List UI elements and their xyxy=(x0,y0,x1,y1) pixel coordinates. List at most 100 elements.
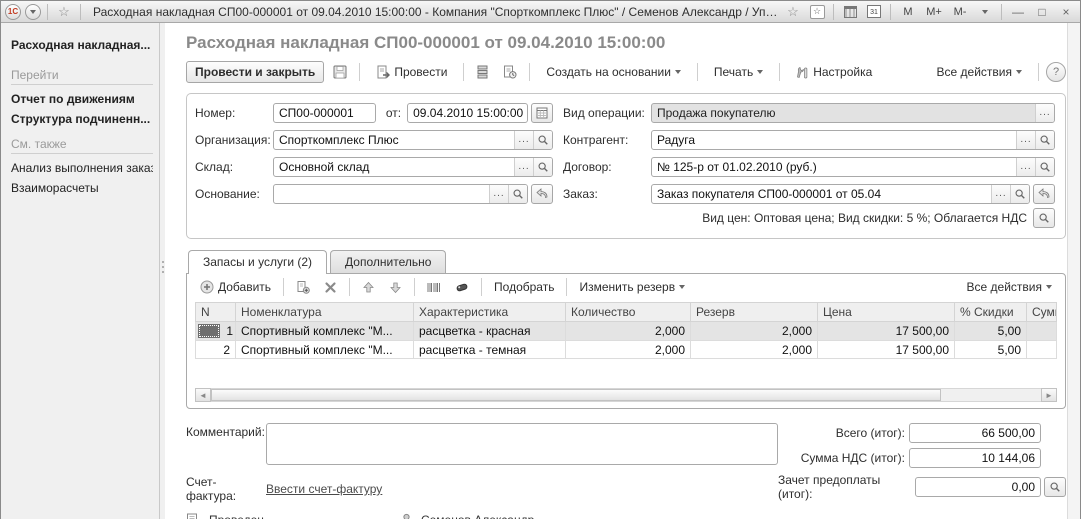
scanner-icon xyxy=(456,283,468,291)
plus-circle-icon xyxy=(200,280,214,294)
table-row[interactable]: 1 Спортивный комплекс "М... расцветка - … xyxy=(195,321,1057,341)
open-magnifier-button[interactable] xyxy=(1035,130,1054,149)
open-magnifier-button[interactable] xyxy=(533,130,552,149)
chevron-down-icon xyxy=(757,70,764,74)
calculator-icon[interactable] xyxy=(840,3,860,21)
counterparty-field[interactable]: Радуга ... xyxy=(651,129,1055,150)
post-and-close-button[interactable]: Провести и закрыть xyxy=(186,61,325,83)
basis-field[interactable]: ... xyxy=(273,183,528,204)
fill-from-order-button[interactable] xyxy=(1033,183,1055,204)
date-field[interactable]: 09.04.2010 15:00:00 xyxy=(407,102,528,123)
select-dots-button[interactable]: ... xyxy=(1016,130,1035,149)
enter-invoice-link[interactable]: Ввести счет-фактуру xyxy=(266,482,382,496)
scanner-button[interactable] xyxy=(450,279,474,296)
sidebar-item-order-analysis[interactable]: Анализ выполнения заказа xyxy=(11,158,153,178)
document-clock-icon xyxy=(504,65,517,79)
calendar-icon[interactable]: 31 xyxy=(864,3,884,21)
col-header-nomenclature[interactable]: Номенклатура xyxy=(235,302,414,322)
select-dots-button[interactable]: ... xyxy=(991,184,1010,203)
order-label: Заказ: xyxy=(563,186,598,201)
total-label: Всего (итог): xyxy=(835,426,905,440)
form-vertical-scrollbar[interactable] xyxy=(1067,23,1080,519)
scrollbar-thumb[interactable] xyxy=(211,389,942,401)
print-button[interactable]: Печать xyxy=(705,61,772,83)
settings-button[interactable]: Настройка xyxy=(787,61,881,83)
maximize-button[interactable]: □ xyxy=(1032,3,1052,21)
comment-field[interactable] xyxy=(266,423,778,465)
barcode-button[interactable] xyxy=(422,279,446,296)
col-header-price[interactable]: Цена xyxy=(817,302,955,322)
all-actions-button[interactable]: Все действия xyxy=(928,61,1031,83)
scroll-right-icon[interactable]: ► xyxy=(1041,388,1057,402)
magnifier-icon xyxy=(1039,213,1049,223)
pick-items-button[interactable]: Подобрать xyxy=(489,278,559,296)
minimize-button[interactable]: — xyxy=(1008,3,1028,21)
order-field[interactable]: Заказ покупателя СП00-000001 от 05.04 ..… xyxy=(651,183,1030,204)
help-button[interactable]: ? xyxy=(1046,62,1066,82)
select-dots-button[interactable]: ... xyxy=(514,130,533,149)
operation-field[interactable]: Продажа покупателю ... xyxy=(651,102,1055,123)
floppy-icon xyxy=(333,65,347,79)
table-horizontal-scrollbar[interactable]: ◄ ► xyxy=(195,388,1057,402)
operation-label: Вид операции: xyxy=(563,105,645,120)
delete-row-button[interactable] xyxy=(319,279,342,296)
open-magnifier-button[interactable] xyxy=(508,184,527,203)
movements-icon-button[interactable] xyxy=(471,61,494,83)
save-button[interactable] xyxy=(328,61,352,83)
header-fields-panel: Номер: СП00-000001 от: 09.04.2010 15:00:… xyxy=(186,93,1066,239)
open-magnifier-button[interactable] xyxy=(533,157,552,176)
document-schedule-icon-button[interactable] xyxy=(498,61,522,83)
add-favorite-icon[interactable]: ☆ xyxy=(783,3,803,21)
change-reserve-button[interactable]: Изменить резерв xyxy=(574,278,690,296)
memory-m-minus-button[interactable]: M- xyxy=(949,3,971,21)
sidebar-item-current-document[interactable]: Расходная накладная... xyxy=(11,35,153,60)
tab-additional[interactable]: Дополнительно xyxy=(330,250,447,274)
date-picker-button[interactable] xyxy=(531,102,553,123)
col-header-discount[interactable]: % Скидки xyxy=(954,302,1027,322)
post-button[interactable]: Провести xyxy=(367,61,456,83)
add-row-button[interactable]: Добавить xyxy=(195,278,276,296)
create-based-on-button[interactable]: Создать на основании xyxy=(537,61,690,83)
contract-field[interactable]: № 125-р от 01.02.2010 (руб.) ... xyxy=(651,156,1055,177)
favorites-star-icon[interactable]: ☆ xyxy=(54,3,74,21)
sidebar-section-see-also: См. также xyxy=(11,129,153,154)
select-dots-button[interactable]: ... xyxy=(514,157,533,176)
more-chevron-icon[interactable] xyxy=(975,3,995,21)
post-document-icon xyxy=(377,65,391,79)
col-header-n[interactable]: N xyxy=(195,302,236,322)
move-row-up-button[interactable] xyxy=(357,279,380,296)
close-button[interactable]: × xyxy=(1056,3,1076,21)
number-field[interactable]: СП00-000001 xyxy=(273,102,376,123)
open-magnifier-button[interactable] xyxy=(1035,157,1054,176)
warehouse-field[interactable]: Основной склад ... xyxy=(273,156,553,177)
wrench-icon xyxy=(797,66,808,78)
open-magnifier-button[interactable] xyxy=(1010,184,1029,203)
price-terms-magnifier-button[interactable] xyxy=(1033,208,1055,228)
sidebar-item-movements-report[interactable]: Отчет по движениям xyxy=(11,89,153,109)
sidebar-item-settlements[interactable]: Взаиморасчеты xyxy=(11,178,153,198)
col-header-quantity[interactable]: Количество xyxy=(565,302,691,322)
col-header-sum[interactable]: Сумма xyxy=(1026,302,1057,322)
scroll-left-icon[interactable]: ◄ xyxy=(195,388,211,402)
goods-tab-panel: Добавить Подобрать Изменить резерв Все д… xyxy=(186,273,1066,409)
copy-row-button[interactable] xyxy=(291,278,315,296)
memory-m-plus-button[interactable]: M+ xyxy=(923,3,945,21)
favorites-list-icon[interactable]: ☆ xyxy=(807,3,827,21)
table-row[interactable]: 2 Спортивный комплекс "М... расцветка - … xyxy=(195,340,1057,359)
memory-m-button[interactable]: M xyxy=(897,3,919,21)
main-menu-button[interactable] xyxy=(25,3,41,20)
select-dots-button[interactable]: ... xyxy=(1016,157,1035,176)
table-all-actions-button[interactable]: Все действия xyxy=(962,278,1057,296)
divider xyxy=(359,63,361,81)
copy-document-icon xyxy=(297,281,310,294)
tab-goods-and-services[interactable]: Запасы и услуги (2) xyxy=(188,250,328,274)
move-row-down-button[interactable] xyxy=(384,279,407,296)
prepay-magnifier-button[interactable] xyxy=(1044,477,1066,497)
sidebar-item-subordination-structure[interactable]: Структура подчиненн... xyxy=(11,109,153,129)
organization-field[interactable]: Спорткомплекс Плюс ... xyxy=(273,129,553,150)
col-header-characteristic[interactable]: Характеристика xyxy=(413,302,566,322)
col-header-reserve[interactable]: Резерв xyxy=(690,302,818,322)
fill-from-basis-button[interactable] xyxy=(531,183,553,204)
select-dots-button[interactable]: ... xyxy=(489,184,508,203)
select-dots-button[interactable]: ... xyxy=(1035,103,1054,122)
